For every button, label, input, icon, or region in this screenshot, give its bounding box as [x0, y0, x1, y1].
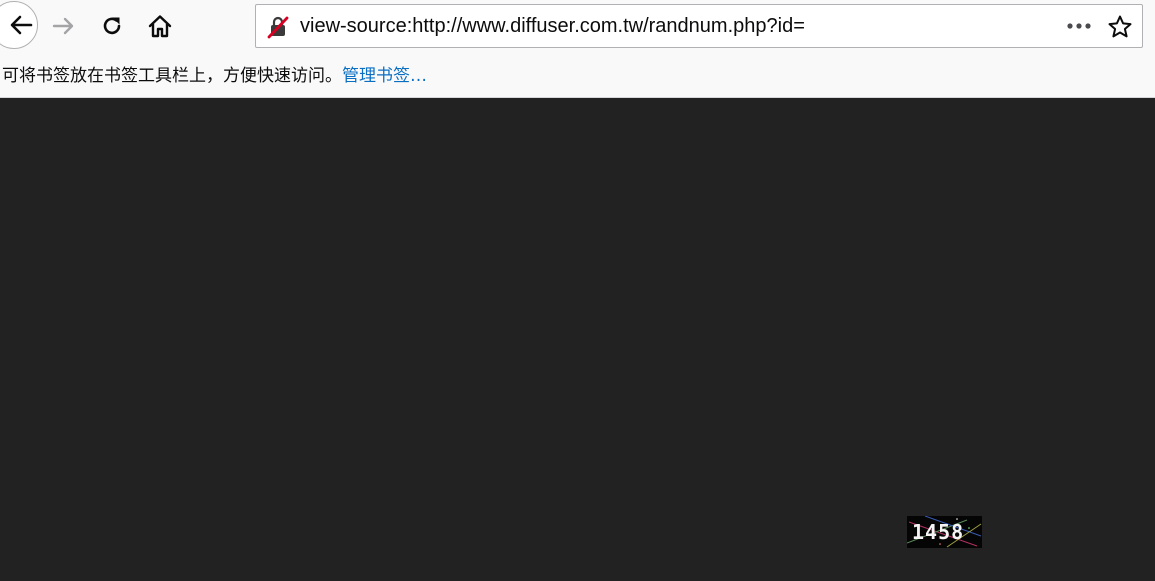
browser-chrome: view-source:http://www.diffuser.com.tw/r…: [0, 0, 1155, 98]
bookmarks-hint-text: 可将书签放在书签工具栏上，方便快速访问。: [2, 66, 342, 86]
reload-icon: [103, 17, 121, 35]
navigation-toolbar: view-source:http://www.diffuser.com.tw/r…: [0, 0, 1155, 52]
forward-button[interactable]: [46, 8, 82, 44]
manage-bookmarks-link[interactable]: 管理书签…: [342, 66, 427, 86]
page-actions-button[interactable]: [1062, 13, 1096, 39]
back-arrow-icon: [10, 15, 33, 35]
home-button[interactable]: [142, 8, 178, 44]
captcha-image: 1458: [907, 516, 982, 548]
back-button[interactable]: [0, 1, 38, 49]
bookmark-star-button[interactable]: [1106, 13, 1134, 41]
page-content: 1458: [0, 98, 1155, 581]
captcha-value: 1458: [912, 520, 965, 544]
insecure-connection-icon[interactable]: [266, 15, 290, 39]
bookmarks-toolbar: 可将书签放在书签工具栏上，方便快速访问。管理书签…: [0, 60, 427, 92]
home-icon: [148, 15, 172, 38]
reload-button[interactable]: [94, 8, 130, 44]
more-actions-icon: [1067, 23, 1091, 29]
address-bar[interactable]: view-source:http://www.diffuser.com.tw/r…: [255, 4, 1143, 48]
star-icon: [1108, 15, 1132, 38]
url-input[interactable]: view-source:http://www.diffuser.com.tw/r…: [300, 5, 805, 47]
forward-arrow-icon: [52, 17, 74, 35]
